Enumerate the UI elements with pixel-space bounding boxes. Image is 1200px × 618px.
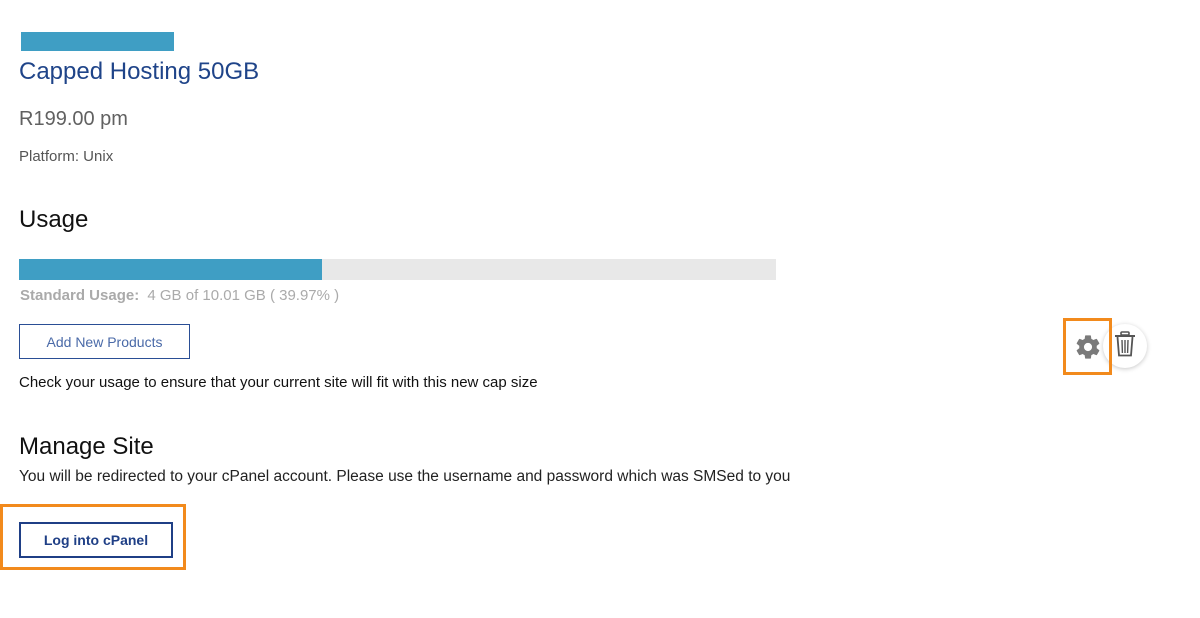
usage-detail: 4 GB of 10.01 GB ( 39.97% ): [147, 287, 340, 304]
product-accent-bar: [21, 32, 174, 51]
manage-site-description: You will be redirected to your cPanel ac…: [19, 468, 791, 485]
manage-site-heading: Manage Site: [19, 433, 154, 460]
add-new-products-button[interactable]: Add New Products: [19, 324, 190, 359]
product-title: Capped Hosting 50GB: [19, 58, 260, 85]
usage-heading: Usage: [19, 206, 89, 233]
usage-progress-fill: [19, 259, 322, 280]
gear-icon: [1074, 333, 1102, 361]
product-platform: Platform: Unix: [19, 148, 114, 165]
settings-button[interactable]: [1063, 318, 1112, 375]
usage-summary: Standard Usage: 4 GB of 10.01 GB ( 39.97…: [20, 287, 339, 304]
usage-progress-bar: [19, 259, 776, 280]
trash-icon: [1114, 330, 1136, 362]
usage-note: Check your usage to ensure that your cur…: [19, 374, 538, 391]
log-into-cpanel-button[interactable]: Log into cPanel: [19, 522, 173, 558]
product-page: Capped Hosting 50GB R199.00 pm Platform:…: [0, 0, 1200, 618]
usage-label: Standard Usage:: [20, 287, 140, 304]
product-actions: [1063, 318, 1153, 378]
product-price: R199.00 pm: [19, 108, 128, 130]
